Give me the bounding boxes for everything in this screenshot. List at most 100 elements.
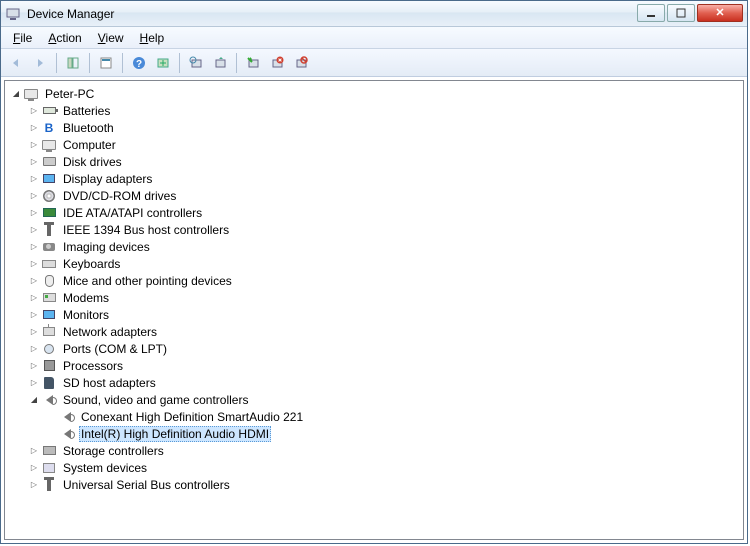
update-driver-button[interactable] [209,52,231,74]
tree-category[interactable]: ▷ IEEE 1394 Bus host controllers [5,221,743,238]
tree-category[interactable]: ▷Batteries [5,102,743,119]
tree-category[interactable]: ▷ Computer [5,136,743,153]
tree-item-label: IEEE 1394 Bus host controllers [61,223,231,237]
menu-view[interactable]: View [90,29,132,47]
tree-category[interactable]: ▷Universal Serial Bus controllers [5,476,743,493]
expand-icon[interactable]: ▷ [29,191,39,201]
modem-icon [41,290,57,306]
expand-icon[interactable]: ▷ [29,480,39,490]
tree-category[interactable]: ▷Network adapters [5,323,743,340]
properties-button[interactable] [95,52,117,74]
tree-category[interactable]: ▷Disk drives [5,153,743,170]
expand-icon[interactable]: ▷ [29,463,39,473]
tree-category[interactable]: ▷Display adapters [5,170,743,187]
tree-category[interactable]: ▷ Imaging devices [5,238,743,255]
expand-icon[interactable]: ▷ [29,225,39,235]
back-button[interactable] [5,52,27,74]
title-bar[interactable]: Device Manager ✕ [1,1,747,27]
menu-file[interactable]: File [5,29,40,47]
battery-icon [41,103,57,119]
cd-icon [41,188,57,204]
tree-category[interactable]: ▷ Storage controllers [5,442,743,459]
close-button[interactable]: ✕ [697,4,743,22]
disable-button[interactable] [290,52,312,74]
sound-icon [59,426,75,442]
disk-icon [41,154,57,170]
tree-category[interactable]: ▷B Bluetooth [5,119,743,136]
expand-icon[interactable]: ▷ [29,123,39,133]
tree-root[interactable]: ◢Peter-PC [5,85,743,102]
tree-category[interactable]: ▷Keyboards [5,255,743,272]
expand-icon[interactable]: ▷ [29,242,39,252]
collapse-icon[interactable]: ◢ [11,89,21,99]
expand-icon[interactable]: ▷ [29,361,39,371]
tree-device[interactable]: Intel(R) High Definition Audio HDMI [5,425,743,442]
tree-category[interactable]: ▷ Modems [5,289,743,306]
system-icon [41,460,57,476]
tree-category[interactable]: ◢ Sound, video and game controllers [5,391,743,408]
tree-category[interactable]: ▷SD host adapters [5,374,743,391]
uninstall-button[interactable] [266,52,288,74]
expand-icon[interactable]: ▷ [29,174,39,184]
tree-item-label: Computer [61,138,118,152]
menu-help[interactable]: Help [132,29,173,47]
toolbar: ? [1,49,747,77]
tree-item-label: System devices [61,461,149,475]
menu-action[interactable]: Action [40,29,89,47]
network-icon [41,324,57,340]
camera-icon [41,239,57,255]
expand-icon[interactable]: ▷ [29,327,39,337]
expand-icon[interactable]: ▷ [29,293,39,303]
device-tree-panel[interactable]: ◢Peter-PC▷Batteries▷BBluetooth▷Computer▷… [4,80,744,540]
forward-button[interactable] [29,52,51,74]
tree-category[interactable]: ▷ System devices [5,459,743,476]
expand-icon[interactable]: ▷ [29,208,39,218]
action-button[interactable] [152,52,174,74]
tree-device[interactable]: Conexant High Definition SmartAudio 221 [5,408,743,425]
tree-item-label: Intel(R) High Definition Audio HDMI [79,426,271,442]
tree-item-label: DVD/CD-ROM drives [61,189,178,203]
usb-icon [41,222,57,238]
show-hide-console-tree-button[interactable] [62,52,84,74]
expand-icon[interactable]: ▷ [29,344,39,354]
expand-icon[interactable]: ▷ [29,140,39,150]
device-tree[interactable]: ◢Peter-PC▷Batteries▷BBluetooth▷Computer▷… [5,85,743,493]
tree-category[interactable]: ▷Processors [5,357,743,374]
collapse-icon[interactable]: ◢ [29,395,39,405]
expand-icon[interactable]: ▷ [29,106,39,116]
scan-hardware-button[interactable] [185,52,207,74]
tree-item-label: Imaging devices [61,240,152,254]
toolbar-separator [179,53,180,73]
tree-item-label: Sound, video and game controllers [61,393,250,407]
tree-category[interactable]: ▷ Ports (COM & LPT) [5,340,743,357]
device-manager-window: Device Manager ✕ File Action View Help ?… [0,0,748,544]
expand-icon[interactable]: ▷ [29,259,39,269]
expand-icon[interactable]: ▷ [29,446,39,456]
tree-item-label: Modems [61,291,111,305]
bluetooth-icon: B [41,120,57,136]
expand-icon[interactable]: ▷ [29,157,39,167]
tree-item-label: Storage controllers [61,444,166,458]
tree-item-label: Monitors [61,308,111,322]
expand-icon[interactable]: ▷ [29,276,39,286]
svg-text:?: ? [136,59,142,70]
monitor-icon [41,307,57,323]
expand-icon[interactable]: ▷ [29,310,39,320]
tree-category[interactable]: ▷Mice and other pointing devices [5,272,743,289]
app-icon [5,6,21,22]
tree-category[interactable]: ▷ Monitors [5,306,743,323]
tree-category[interactable]: ▷ DVD/CD-ROM drives [5,187,743,204]
maximize-button[interactable] [667,4,695,22]
enable-button[interactable] [242,52,264,74]
tree-item-label: Ports (COM & LPT) [61,342,169,356]
minimize-button[interactable] [637,4,665,22]
tree-item-label: Conexant High Definition SmartAudio 221 [79,410,305,424]
help-button[interactable]: ? [128,52,150,74]
card-icon [41,205,57,221]
mouse-icon [41,273,57,289]
tree-item-label: Bluetooth [61,121,116,135]
window-title: Device Manager [27,7,635,21]
toolbar-separator [56,53,57,73]
tree-category[interactable]: ▷IDE ATA/ATAPI controllers [5,204,743,221]
expand-icon[interactable]: ▷ [29,378,39,388]
